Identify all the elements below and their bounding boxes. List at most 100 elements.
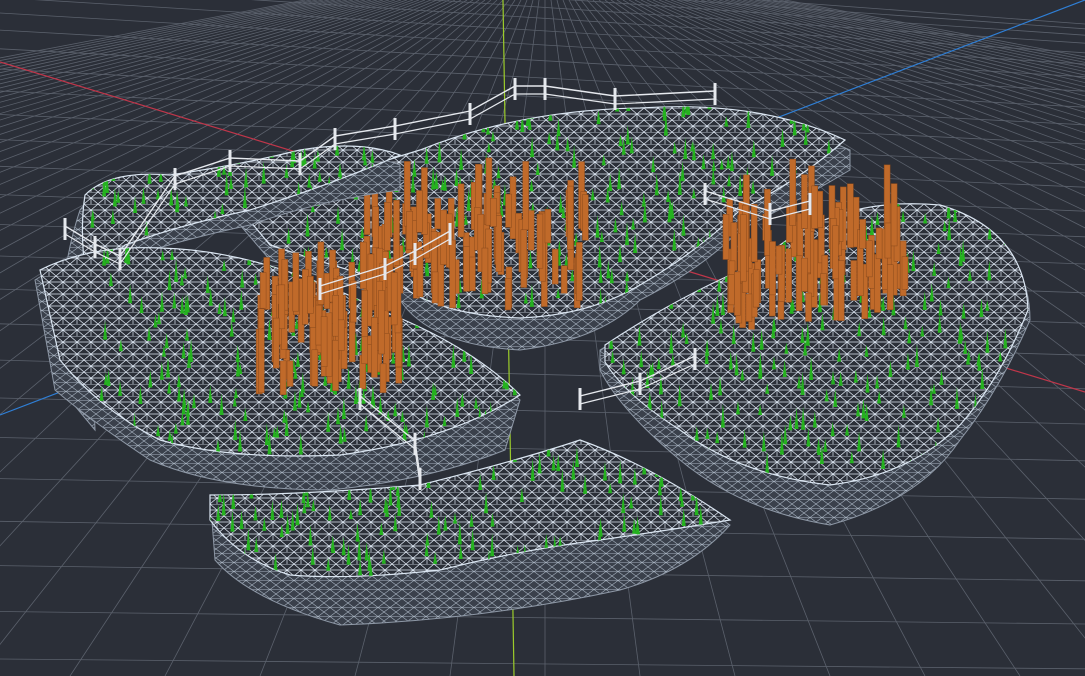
grass-blade bbox=[451, 106, 456, 124]
tree-trunk bbox=[449, 239, 456, 309]
grass-blade bbox=[502, 349, 507, 371]
tree-trunk bbox=[775, 245, 783, 275]
grass-blade bbox=[512, 374, 517, 396]
tree-trunk bbox=[801, 257, 808, 292]
grass-blade bbox=[946, 203, 951, 219]
tree-trunk bbox=[320, 316, 328, 367]
tree-trunk bbox=[832, 225, 839, 280]
tree-trunk bbox=[505, 193, 512, 228]
grass-blade bbox=[247, 247, 252, 266]
tree-trunk bbox=[522, 161, 529, 231]
tree-trunk bbox=[292, 252, 300, 312]
tree-trunk bbox=[378, 290, 385, 355]
tree-trunk bbox=[393, 199, 400, 268]
grass-blade bbox=[685, 566, 690, 577]
tree-trunk bbox=[490, 197, 497, 227]
tree-trunk bbox=[349, 280, 357, 323]
tree-trunk bbox=[890, 183, 898, 247]
tree-trunk bbox=[551, 248, 559, 285]
tree-trunk bbox=[859, 219, 866, 249]
tree-trunk bbox=[337, 319, 345, 351]
grass-blade bbox=[777, 232, 782, 244]
grass-blade bbox=[553, 440, 558, 448]
tree-trunk bbox=[481, 247, 489, 295]
tree-trunk bbox=[390, 272, 398, 326]
grass-blade bbox=[986, 415, 991, 433]
tree-trunk bbox=[745, 293, 753, 322]
tree-trunk bbox=[886, 264, 894, 310]
grass-blade bbox=[945, 458, 950, 476]
tree-trunk bbox=[728, 274, 735, 306]
tree-trunk bbox=[416, 190, 423, 233]
grass-blade bbox=[594, 440, 599, 446]
tree-trunk bbox=[785, 248, 792, 303]
tree-trunk bbox=[837, 260, 845, 321]
grass-blade bbox=[1008, 209, 1013, 232]
grass-blade bbox=[975, 442, 980, 456]
tree-trunk bbox=[457, 183, 465, 238]
tree-trunk bbox=[820, 273, 827, 306]
grass-blade bbox=[970, 433, 975, 452]
grass-blade bbox=[698, 555, 703, 574]
grass-blade bbox=[778, 223, 783, 247]
tree-trunk bbox=[740, 214, 747, 282]
grass-blade bbox=[801, 111, 806, 131]
grass-blade bbox=[971, 203, 976, 212]
tree-trunk bbox=[734, 271, 741, 316]
tree-trunk bbox=[361, 332, 369, 365]
grass-blade bbox=[771, 218, 776, 230]
tree-trunk bbox=[434, 198, 441, 230]
grass-blade bbox=[299, 114, 304, 128]
grass-blade bbox=[716, 260, 721, 274]
tree-trunk bbox=[384, 202, 391, 251]
grass-blade bbox=[997, 392, 1002, 405]
grass-blade bbox=[706, 489, 711, 505]
grass-blade bbox=[695, 279, 700, 290]
grid-line bbox=[0, 611, 1085, 625]
grid-line bbox=[427, 0, 1085, 44]
tree-trunk bbox=[795, 255, 803, 312]
grass-blade bbox=[780, 88, 784, 101]
tree-trunk bbox=[469, 256, 476, 292]
tree-trunk bbox=[504, 278, 512, 311]
grass-blade bbox=[405, 75, 409, 95]
grass-blade bbox=[499, 71, 503, 92]
tree-trunk bbox=[332, 339, 339, 391]
tree-trunk bbox=[361, 289, 368, 337]
tree-trunk bbox=[520, 229, 528, 288]
grass-blade bbox=[973, 203, 978, 218]
scene-canvas[interactable] bbox=[0, 0, 1085, 676]
tree-trunk bbox=[576, 242, 583, 301]
tree-trunk bbox=[874, 254, 881, 313]
tree-trunk bbox=[278, 284, 286, 330]
grass-blade bbox=[385, 116, 390, 131]
grass-blade bbox=[642, 451, 647, 475]
tree-trunk bbox=[865, 240, 873, 278]
tree-trunk bbox=[307, 275, 314, 314]
tree-trunk bbox=[847, 183, 854, 248]
terrain-islands[interactable] bbox=[34, 71, 1031, 626]
grass-blade bbox=[269, 146, 274, 158]
grass-blade bbox=[986, 203, 991, 214]
tree-trunk bbox=[272, 317, 280, 369]
grass-blade bbox=[374, 106, 379, 121]
tree-trunk bbox=[884, 222, 892, 259]
3d-viewport[interactable] bbox=[0, 0, 1085, 676]
grass-blade bbox=[690, 479, 695, 501]
grass-blade bbox=[216, 155, 221, 177]
tree-trunk bbox=[431, 271, 439, 304]
tree-trunk bbox=[811, 185, 819, 229]
grass-blade bbox=[609, 327, 614, 350]
tree-trunk bbox=[332, 295, 339, 337]
grass-blade bbox=[978, 427, 983, 445]
grass-blade bbox=[1003, 203, 1008, 224]
grass-blade bbox=[979, 425, 984, 439]
grass-blade bbox=[546, 440, 551, 457]
grass-blade bbox=[1005, 421, 1010, 442]
grass-blade bbox=[608, 413, 613, 434]
tree-trunk bbox=[536, 213, 544, 269]
tree-trunk bbox=[527, 210, 535, 251]
grass-blade bbox=[529, 106, 534, 119]
tree-trunk bbox=[463, 246, 470, 292]
grass-blade bbox=[521, 440, 526, 453]
